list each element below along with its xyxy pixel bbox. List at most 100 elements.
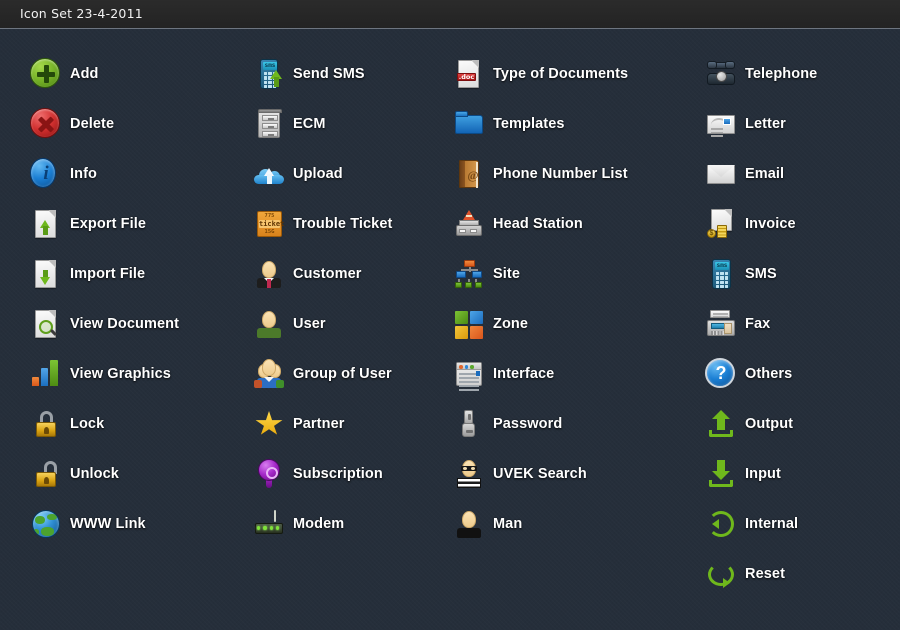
doc-extension-label: .doc	[457, 73, 476, 81]
book-glyph: @	[467, 168, 479, 182]
icon-item-letter[interactable]: Letter	[705, 99, 900, 149]
subscription-icon	[253, 458, 285, 490]
icon-label: Telephone	[745, 66, 818, 82]
question-mark-glyph: ?	[715, 363, 727, 383]
unlock-icon	[30, 458, 62, 490]
icon-item-output[interactable]: Output	[705, 399, 900, 449]
invoice-icon: $	[705, 208, 737, 240]
www-link-icon	[30, 508, 62, 540]
icon-item-view-document[interactable]: View Document	[30, 299, 240, 349]
icon-column-4: Telephone Letter Email $ Invoice sms SMS…	[705, 49, 900, 599]
icon-label: Group of User	[293, 366, 392, 382]
icon-item-reset[interactable]: Reset	[705, 549, 900, 599]
icon-item-customer[interactable]: Customer	[253, 249, 453, 299]
icon-item-fax[interactable]: Fax	[705, 299, 900, 349]
icon-label: Phone Number List	[493, 166, 628, 182]
reset-icon	[705, 558, 737, 590]
head-station-icon	[453, 208, 485, 240]
view-graphics-icon	[30, 358, 62, 390]
output-icon	[705, 408, 737, 440]
icon-item-internal[interactable]: Internal	[705, 499, 900, 549]
icon-label: Head Station	[493, 216, 583, 232]
icon-item-email[interactable]: Email	[705, 149, 900, 199]
icon-label: Type of Documents	[493, 66, 629, 82]
icon-item-sms[interactable]: sms SMS	[705, 249, 900, 299]
uvek-search-icon	[453, 458, 485, 490]
icon-label: Fax	[745, 316, 771, 332]
view-document-icon	[30, 308, 62, 340]
icon-item-partner[interactable]: Partner	[253, 399, 453, 449]
icon-item-www-link[interactable]: WWW Link	[30, 499, 240, 549]
icon-item-site[interactable]: Site	[453, 249, 703, 299]
icon-item-view-graphics[interactable]: View Graphics	[30, 349, 240, 399]
customer-icon	[253, 258, 285, 290]
icon-label: Output	[745, 416, 794, 432]
window-titlebar: Icon Set 23-4-2011	[0, 0, 900, 29]
icon-item-group-of-user[interactable]: Group of User	[253, 349, 453, 399]
telephone-icon	[705, 58, 737, 90]
icon-label: Input	[745, 466, 781, 482]
icon-label: Partner	[293, 416, 345, 432]
icon-label: Reset	[745, 566, 785, 582]
icon-label: Zone	[493, 316, 529, 332]
icon-label: ECM	[293, 116, 326, 132]
icon-item-send-sms[interactable]: sms Send SMS	[253, 49, 453, 99]
icon-item-templates[interactable]: Templates	[453, 99, 703, 149]
icon-item-user[interactable]: User	[253, 299, 453, 349]
icon-item-add[interactable]: Add	[30, 49, 240, 99]
icon-item-import-file[interactable]: Import File	[30, 249, 240, 299]
icon-label: Invoice	[745, 216, 796, 232]
info-icon: i	[30, 158, 62, 190]
letter-icon	[705, 108, 737, 140]
icon-item-phone-number-list[interactable]: @ Phone Number List	[453, 149, 703, 199]
icon-label: Site	[493, 266, 520, 282]
icon-item-telephone[interactable]: Telephone	[705, 49, 900, 99]
icon-item-type-of-documents[interactable]: .doc Type of Documents	[453, 49, 703, 99]
icon-item-input[interactable]: Input	[705, 449, 900, 499]
icon-label: WWW Link	[70, 516, 146, 532]
ticket-top-text: 775	[264, 213, 275, 219]
icon-label: Lock	[70, 416, 105, 432]
interface-icon	[453, 358, 485, 391]
icon-item-uvek-search[interactable]: UVEK Search	[453, 449, 703, 499]
icon-item-password[interactable]: Password	[453, 399, 703, 449]
icon-label: Import File	[70, 266, 146, 282]
icon-label: Export File	[70, 216, 147, 232]
icon-item-head-station[interactable]: Head Station	[453, 199, 703, 249]
group-of-user-icon	[253, 358, 285, 390]
ticket-middle-text: ticket	[259, 220, 285, 228]
icon-item-zone[interactable]: Zone	[453, 299, 703, 349]
lock-icon	[30, 408, 62, 440]
icon-label: Trouble Ticket	[293, 216, 393, 232]
icon-item-interface[interactable]: Interface	[453, 349, 703, 399]
icon-item-unlock[interactable]: Unlock	[30, 449, 240, 499]
icon-label: Templates	[493, 116, 565, 132]
sms-icon: sms	[705, 258, 737, 290]
icon-item-upload[interactable]: Upload	[253, 149, 453, 199]
icon-item-man[interactable]: Man	[453, 499, 703, 549]
icon-item-invoice[interactable]: $ Invoice	[705, 199, 900, 249]
icon-item-export-file[interactable]: Export File	[30, 199, 240, 249]
icon-item-ecm[interactable]: ECM	[253, 99, 453, 149]
icon-label: Modem	[293, 516, 345, 532]
sms-screen-text: sms	[263, 62, 277, 70]
icon-item-modem[interactable]: Modem	[253, 499, 453, 549]
icon-item-lock[interactable]: Lock	[30, 399, 240, 449]
phone-number-list-icon: @	[453, 158, 485, 190]
user-icon	[253, 308, 285, 340]
icon-set-window: Icon Set 23-4-2011 Add Delete i Info Exp…	[0, 0, 900, 630]
ticket-bottom-text: 15G	[264, 229, 275, 235]
icon-item-trouble-ticket[interactable]: 775 ticket 15G Trouble Ticket	[253, 199, 453, 249]
icon-label: View Document	[70, 316, 180, 332]
sms-screen-text: sms	[715, 262, 729, 270]
export-file-icon	[30, 208, 62, 240]
icon-item-info[interactable]: i Info	[30, 149, 240, 199]
icon-item-delete[interactable]: Delete	[30, 99, 240, 149]
icon-label: Customer	[293, 266, 362, 282]
others-icon: ?	[705, 358, 737, 390]
icon-item-subscription[interactable]: Subscription	[253, 449, 453, 499]
import-file-icon	[30, 258, 62, 290]
ecm-icon	[253, 108, 285, 140]
icon-item-others[interactable]: ? Others	[705, 349, 900, 399]
icon-label: UVEK Search	[493, 466, 587, 482]
